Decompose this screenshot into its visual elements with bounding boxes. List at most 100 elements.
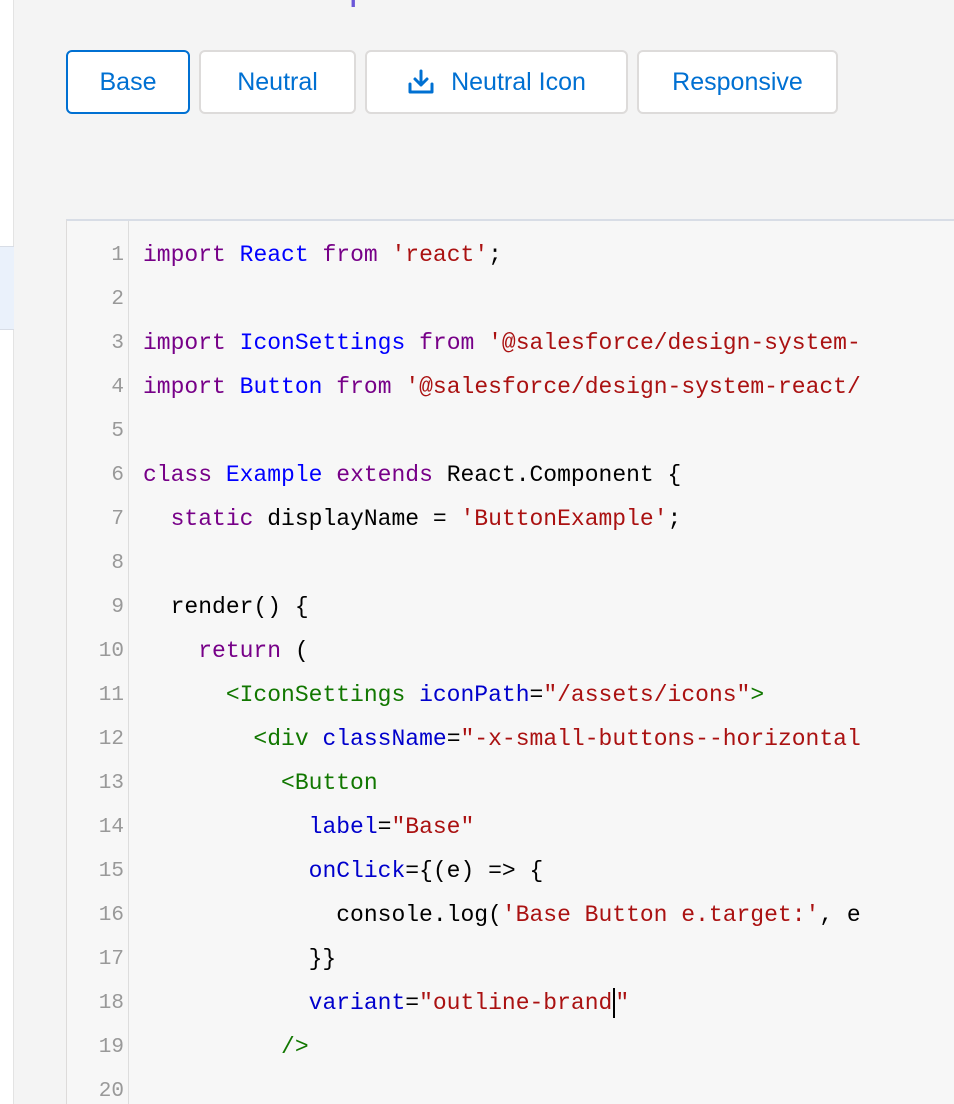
code-line[interactable]: 19 /> [67, 1025, 954, 1069]
line-number: 12 [98, 727, 124, 751]
code-text: <IconSettings iconPath="/assets/icons"> [143, 682, 764, 708]
code-text: onClick={(e) => { [143, 858, 544, 884]
line-number: 7 [111, 507, 124, 531]
code-token: IconSettings [239, 330, 406, 356]
code-token: 'ButtonExample' [460, 506, 668, 532]
line-number: 19 [98, 1035, 124, 1059]
code-line[interactable]: 11 <IconSettings iconPath="/assets/icons… [67, 673, 954, 717]
line-number: 9 [111, 595, 124, 619]
code-token: console.log( [143, 902, 502, 928]
code-line[interactable]: 3 import IconSettings from '@salesforce/d… [67, 321, 954, 365]
code-token: "Base" [391, 814, 475, 840]
code-token: "outline-brand [419, 990, 613, 1017]
code-line[interactable]: 7 static displayName = 'ButtonExample'; [67, 497, 954, 541]
line-number: 16 [98, 903, 124, 927]
code-line[interactable]: 18 variant="outline-brand " [67, 981, 954, 1025]
line-number: 17 [98, 947, 124, 971]
tab-neutral-icon-label: Neutral Icon [451, 67, 586, 96]
line-number: 8 [111, 551, 124, 575]
code-token: onClick [308, 858, 406, 884]
line-number: 18 [98, 991, 124, 1015]
code-token: React.Component { [432, 462, 682, 488]
tab-base[interactable]: Base [66, 50, 190, 114]
code-token: from [419, 330, 475, 356]
code-token: <IconSettings [225, 682, 406, 708]
code-token: from [336, 374, 392, 400]
code-token: ; [488, 242, 502, 268]
example-tabs: Base Neutral Neutral Icon Responsive [66, 50, 847, 114]
code-line[interactable]: 16 console.log('Base Button e.target:', … [67, 893, 954, 937]
code-token: <div [253, 726, 309, 752]
code-token: ; [667, 506, 682, 532]
code-text: <Button [143, 770, 378, 796]
code-token: = [405, 990, 420, 1017]
tab-neutral-icon[interactable]: Neutral Icon [365, 50, 628, 114]
code-line[interactable]: 17 }} [67, 937, 954, 981]
code-line[interactable]: 8 [67, 541, 954, 585]
code-token: '@salesforce/design-system-react/ [405, 374, 861, 400]
code-token: return [198, 638, 282, 664]
line-number: 15 [98, 859, 124, 883]
code-text: /> [143, 1034, 309, 1060]
code-token: Button [239, 374, 323, 400]
left-sidebar-strip [0, 0, 14, 1104]
tab-base-label: Base [99, 67, 157, 96]
code-token: = [529, 682, 544, 708]
code-line[interactable]: 20 [67, 1069, 954, 1104]
code-token: 'react' [391, 242, 489, 268]
code-text: variant="outline-brand " [143, 988, 629, 1018]
code-token: }} [143, 946, 337, 972]
code-text: label="Base" [143, 814, 475, 840]
code-token: import [143, 374, 226, 400]
code-line[interactable]: 6 class Example extends React.Component { [67, 453, 954, 497]
tab-responsive[interactable]: Responsive [637, 50, 838, 114]
code-token: label [308, 814, 378, 840]
code-token: "/assets/icons" [543, 682, 751, 708]
code-token: import [143, 242, 226, 268]
code-token: from [322, 242, 378, 268]
line-number: 14 [98, 815, 124, 839]
tab-responsive-label: Responsive [672, 67, 803, 96]
code-token: extends [336, 462, 433, 488]
code-token: displayName = [253, 506, 461, 532]
code-token: ( [281, 638, 309, 664]
download-icon [407, 68, 435, 96]
code-token: Example [225, 462, 323, 488]
code-token: <Button [281, 770, 378, 796]
code-line[interactable]: 12 <div className="-x-small-buttons--hor… [67, 717, 954, 761]
code-line[interactable]: 9 render() { [67, 585, 954, 629]
code-line[interactable]: 4 import Button from '@salesforce/design-… [67, 365, 954, 409]
code-text: import Button from '@salesforce/design-s… [143, 374, 861, 400]
code-line[interactable]: 10 return ( [67, 629, 954, 673]
section-title: Interactive Examples [66, 0, 419, 9]
code-token: " [615, 990, 630, 1017]
code-text: return ( [143, 638, 309, 664]
line-number: 20 [98, 1079, 124, 1103]
code-editor[interactable]: 1 import React from 'react'; 2 3 import Icon… [66, 219, 954, 1104]
code-text: import React from 'react'; [143, 242, 502, 268]
code-token: '@salesforce/design-system- [488, 330, 861, 356]
code-token: , e [819, 902, 861, 928]
code-line[interactable]: 2 [67, 277, 954, 321]
code-line[interactable]: 15 onClick={(e) => { [67, 849, 954, 893]
code-line[interactable]: 14 label="Base" [67, 805, 954, 849]
code-text: console.log('Base Button e.target:', e [143, 902, 861, 928]
left-sidebar-active-item[interactable] [0, 246, 14, 330]
code-line[interactable]: 1 import React from 'react'; [67, 233, 954, 277]
tab-neutral[interactable]: Neutral [199, 50, 356, 114]
code-line[interactable]: 5 [67, 409, 954, 453]
code-line[interactable]: 13 <Button [67, 761, 954, 805]
line-number: 4 [111, 375, 124, 399]
